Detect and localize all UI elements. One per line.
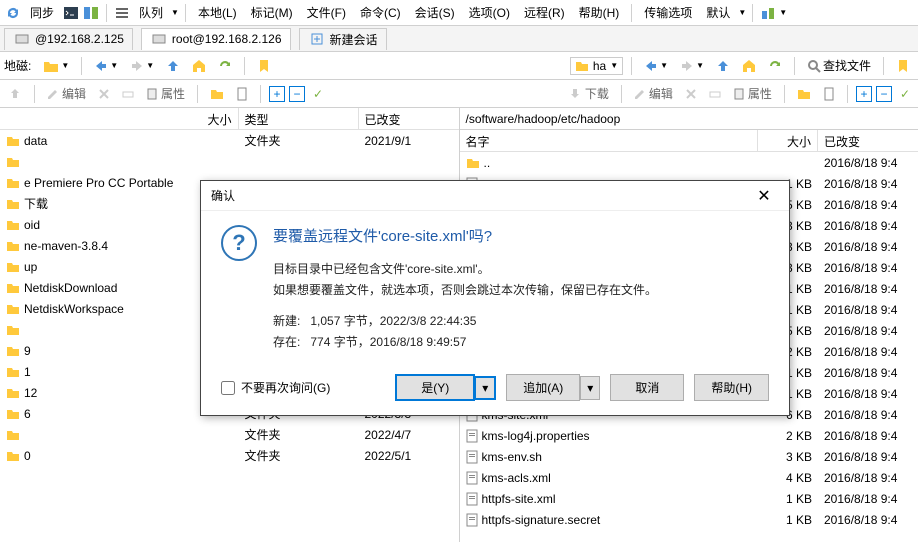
rename-icon[interactable]: [705, 86, 725, 102]
menu-files[interactable]: 文件(F): [301, 2, 352, 23]
list-item[interactable]: httpfs-site.xml1 KB2016/8/18 9:4: [460, 488, 918, 509]
help-button[interactable]: 帮助(H): [694, 374, 769, 401]
menu-session[interactable]: 会话(S): [409, 2, 461, 23]
props-button[interactable]: 属性: [142, 83, 189, 104]
delete-icon[interactable]: [94, 86, 114, 102]
list-item[interactable]: httpfs-signature.secret1 KB2016/8/18 9:4: [460, 509, 918, 530]
tab-label: 新建会话: [330, 31, 378, 48]
collapse-icon[interactable]: −: [289, 86, 305, 102]
list-item[interactable]: [0, 151, 459, 172]
nav-back-icon[interactable]: ▼: [640, 57, 672, 75]
folder-open-icon[interactable]: ▼: [39, 57, 73, 75]
confirm-dialog: 确认 ✕ ? 要覆盖远程文件'core-site.xml'吗? 目标目录中已经包…: [200, 180, 790, 416]
dialog-title: 确认: [211, 187, 235, 204]
question-icon: ?: [221, 225, 257, 261]
delete-icon[interactable]: [681, 86, 701, 102]
menu-options[interactable]: 选项(O): [463, 2, 516, 23]
tab-label: root@192.168.2.126: [172, 32, 282, 46]
new-file-icon[interactable]: [232, 85, 252, 103]
check-icon[interactable]: ✓: [896, 85, 914, 103]
menu-local[interactable]: 本地(L): [192, 2, 243, 23]
find-button[interactable]: 查找文件: [803, 55, 875, 76]
remote-path[interactable]: /software/hadoop/etc/hadoop: [460, 108, 918, 130]
nav-back-icon[interactable]: ▼: [90, 57, 122, 75]
tab-session-2[interactable]: root@192.168.2.126: [141, 28, 291, 50]
new-session-icon: [308, 30, 326, 48]
nav-up-icon[interactable]: [712, 57, 734, 75]
menu-help[interactable]: 帮助(H): [573, 2, 626, 23]
nav-fwd-icon[interactable]: ▼: [676, 57, 708, 75]
menu-sync[interactable]: 同步: [24, 2, 60, 23]
list-item[interactable]: kms-log4j.properties2 KB2016/8/18 9:4: [460, 425, 918, 446]
yes-dropdown[interactable]: ▾: [475, 376, 496, 400]
nav-up-icon[interactable]: [162, 57, 184, 75]
list-item[interactable]: data文件夹2021/9/1: [0, 130, 459, 151]
host-icon: [150, 30, 168, 48]
dialog-line2: 如果想要覆盖文件，就选本项，否则会跳过本次传输，保留已存在文件。: [273, 281, 769, 298]
local-drive-label: 地磁:: [4, 57, 31, 74]
queue-icon[interactable]: [113, 4, 131, 22]
new-folder-icon[interactable]: [206, 86, 228, 102]
list-item[interactable]: kms-env.sh3 KB2016/8/18 9:4: [460, 446, 918, 467]
menu-queue[interactable]: 队列: [133, 2, 169, 23]
tab-label: @192.168.2.125: [35, 32, 124, 46]
new-folder-icon[interactable]: [793, 86, 815, 102]
new-file-icon[interactable]: [819, 85, 839, 103]
settings-icon[interactable]: [759, 4, 777, 22]
list-item[interactable]: kms-acls.xml4 KB2016/8/18 9:4: [460, 467, 918, 488]
tab-new-session[interactable]: 新建会话: [299, 28, 387, 50]
append-button[interactable]: 追加(A): [506, 374, 580, 401]
col-size[interactable]: 大小: [207, 113, 231, 127]
tab-session-1[interactable]: @192.168.2.125: [4, 28, 133, 50]
col-size[interactable]: 大小: [758, 130, 818, 151]
compare-icon[interactable]: [82, 4, 100, 22]
terminal-icon[interactable]: [62, 4, 80, 22]
nav-home-icon[interactable]: [188, 57, 210, 75]
refresh-icon[interactable]: [764, 57, 786, 75]
list-item[interactable]: ..2016/8/18 9:4: [460, 152, 918, 173]
dialog-heading: 要覆盖远程文件'core-site.xml'吗?: [273, 225, 769, 246]
col-mod[interactable]: 已改变: [818, 130, 918, 151]
refresh-icon[interactable]: [214, 57, 236, 75]
no-ask-checkbox[interactable]: 不要再次询问(G): [221, 379, 330, 396]
edit-button[interactable]: 编辑: [630, 83, 677, 104]
host-icon: [13, 30, 31, 48]
expand-icon[interactable]: +: [856, 86, 872, 102]
props-button[interactable]: 属性: [729, 83, 776, 104]
nav-fwd-icon[interactable]: ▼: [126, 57, 158, 75]
session-tabs: @192.168.2.125 root@192.168.2.126 新建会话: [0, 26, 918, 52]
cancel-button[interactable]: 取消: [610, 374, 684, 401]
nav-home-icon[interactable]: [738, 57, 760, 75]
check-icon[interactable]: ✓: [309, 85, 327, 103]
close-icon[interactable]: ✕: [749, 186, 779, 206]
append-dropdown[interactable]: ▾: [580, 376, 600, 400]
bookmark-icon[interactable]: [892, 57, 914, 75]
download-button[interactable]: 下载: [564, 83, 613, 104]
rename-icon[interactable]: [118, 86, 138, 102]
sync-icon[interactable]: [4, 4, 22, 22]
collapse-icon[interactable]: −: [876, 86, 892, 102]
upload-button[interactable]: [4, 85, 26, 103]
menu-cmd[interactable]: 命令(C): [354, 2, 407, 23]
edit-button[interactable]: 编辑: [43, 83, 90, 104]
list-item[interactable]: 0文件夹2022/5/1: [0, 445, 459, 466]
main-menubar: 同步 队列▼ 本地(L) 标记(M) 文件(F) 命令(C) 会话(S) 选项(…: [0, 0, 918, 26]
list-item[interactable]: 文件夹2022/4/7: [0, 424, 459, 445]
col-mod[interactable]: 已改变: [359, 108, 459, 129]
nav-toolbar: 地磁: ▼ ▼ ▼ ha▼ ▼ ▼ 查找文件: [0, 52, 918, 80]
dialog-line1: 目标目录中已经包含文件'core-site.xml'。: [273, 260, 769, 277]
bookmark-icon[interactable]: [253, 57, 275, 75]
menu-mark[interactable]: 标记(M): [245, 2, 299, 23]
menu-remote[interactable]: 远程(R): [518, 2, 571, 23]
col-name[interactable]: 名字: [460, 130, 759, 151]
yes-button[interactable]: 是(Y): [395, 374, 475, 401]
col-type[interactable]: 类型: [239, 108, 359, 129]
transfer-default[interactable]: 默认: [700, 2, 736, 23]
transfer-label: 传输选项: [638, 2, 698, 23]
remote-drive-combo[interactable]: ha▼: [570, 57, 623, 75]
expand-icon[interactable]: +: [269, 86, 285, 102]
action-toolbar: 编辑 属性 + − ✓ 下载 编辑 属性 + − ✓: [0, 80, 918, 108]
